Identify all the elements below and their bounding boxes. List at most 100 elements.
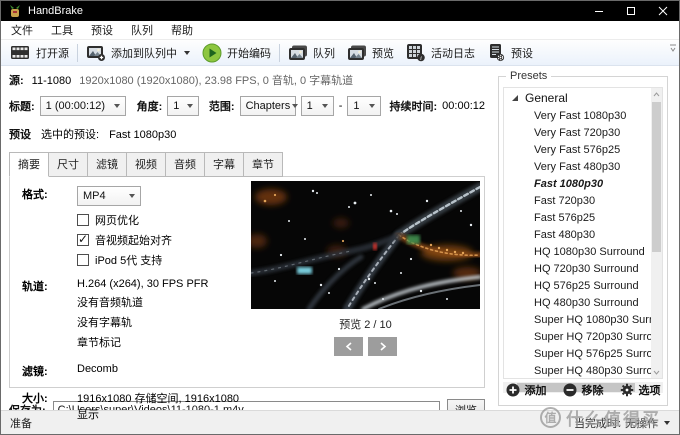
preset-item[interactable]: HQ 1080p30 Surround	[504, 244, 651, 261]
add-preset-button[interactable]: 添加	[506, 382, 547, 398]
when-done-control[interactable]: 当完成时: 无操作	[574, 415, 670, 431]
tab-2[interactable]: 尺寸	[48, 152, 88, 177]
tab-1[interactable]: 摘要	[9, 152, 49, 177]
add-to-queue-label: 添加到队列中	[111, 45, 177, 61]
preview-area: 预览 2 / 10	[247, 177, 484, 387]
open-source-button[interactable]: 打开源	[4, 41, 75, 65]
checkbox-icon[interactable]	[77, 254, 89, 266]
preview-label: 预览	[372, 45, 394, 61]
preview-next-button[interactable]	[368, 337, 397, 356]
queue-button[interactable]: 队列	[282, 41, 341, 65]
menu-item[interactable]: 预设	[82, 20, 122, 40]
tab-4[interactable]: 视频	[126, 152, 166, 177]
film-clapper-icon	[10, 44, 31, 62]
source-label: 源:	[9, 72, 24, 88]
chevron-down-icon	[129, 194, 135, 198]
preset-item[interactable]: Super HQ 1080p30 Surround	[504, 312, 651, 329]
tab-6[interactable]: 字幕	[204, 152, 244, 177]
toolbar-overflow-icon[interactable]	[669, 44, 677, 56]
add-to-queue-button[interactable]: 添加到队列中	[80, 41, 196, 65]
plus-circle-icon	[506, 383, 520, 397]
preset-item[interactable]: Fast 1080p30	[504, 176, 651, 193]
title-bar: HandBrake	[1, 1, 679, 21]
range-end-select[interactable]: 1	[347, 96, 380, 116]
source-details: 1920x1080 (1920x1080), 23.98 FPS, 0 音轨, …	[79, 72, 353, 88]
chevron-down-icon	[664, 421, 670, 425]
minimize-button[interactable]	[583, 1, 615, 21]
presets-tree: GeneralVery Fast 1080p30Very Fast 720p30…	[503, 87, 663, 379]
preset-item[interactable]: Super HQ 480p30 Surround	[504, 363, 651, 379]
checkbox-icon[interactable]	[77, 214, 89, 226]
preset-item[interactable]: Very Fast 720p30	[504, 125, 651, 142]
format-select[interactable]: MP4	[77, 186, 141, 206]
menu-item[interactable]: 文件	[2, 20, 42, 40]
source-row: 源: 11-1080 1920x1080 (1920x1080), 23.98 …	[9, 72, 485, 88]
preview-button[interactable]: 预览	[341, 41, 400, 65]
menu-item[interactable]: 帮助	[162, 20, 202, 40]
photo-stack-icon	[288, 44, 308, 62]
preset-item[interactable]: Very Fast 480p30	[504, 159, 651, 176]
preset-item[interactable]: HQ 720p30 Surround	[504, 261, 651, 278]
tab-3[interactable]: 滤镜	[87, 152, 127, 177]
duration-value: 00:00:12	[442, 100, 485, 112]
gear-icon	[620, 383, 634, 397]
checkbox-icon[interactable]	[77, 234, 89, 246]
checkbox-row[interactable]: iPod 5代 支持	[77, 252, 247, 268]
handbrake-app-icon	[8, 4, 22, 18]
preset-item[interactable]: Fast 576p25	[504, 210, 651, 227]
toolbar-presets-label: 预设	[511, 45, 533, 61]
chevron-down-icon	[369, 104, 375, 108]
preset-item[interactable]: Super HQ 720p30 Surround	[504, 329, 651, 346]
track-line: 章节标记	[77, 334, 208, 350]
remove-preset-button[interactable]: 移除	[563, 382, 604, 398]
maximize-button[interactable]	[615, 1, 647, 21]
scroll-up-icon[interactable]	[651, 88, 662, 100]
toolbar-separator	[279, 44, 280, 62]
title-select-value: 1 (00:00:12)	[46, 100, 105, 112]
checkbox-row[interactable]: 音视频起始对齐	[77, 232, 247, 248]
selected-preset-value: Fast 1080p30	[109, 129, 176, 141]
range-start-select[interactable]: 1	[301, 96, 334, 116]
range-separator: -	[339, 100, 343, 112]
filters-label: 滤镜:	[22, 363, 77, 379]
preset-item[interactable]: Fast 720p30	[504, 193, 651, 210]
start-encode-button[interactable]: 开始编码	[196, 41, 277, 65]
angle-select[interactable]: 1	[167, 96, 199, 116]
preset-row: 预设 选中的预设: Fast 1080p30	[9, 126, 485, 142]
menubar: 文件工具预设队列帮助	[1, 21, 679, 40]
range-type-select[interactable]: Chapters	[240, 96, 296, 116]
minimize-icon	[594, 6, 604, 16]
main-area: 源: 11-1080 1920x1080 (1920x1080), 23.98 …	[1, 66, 679, 412]
preview-prev-button[interactable]	[334, 337, 363, 356]
preset-item[interactable]: HQ 576p25 Surround	[504, 278, 651, 295]
close-button[interactable]	[647, 1, 679, 21]
checkbox-row[interactable]: 网页优化	[77, 212, 247, 228]
remove-preset-label: 移除	[582, 382, 604, 398]
preset-item[interactable]: Fast 480p30	[504, 227, 651, 244]
play-icon	[202, 43, 222, 63]
photo-plus-icon	[86, 44, 106, 62]
tab-7[interactable]: 章节	[243, 152, 283, 177]
menu-item[interactable]: 工具	[42, 20, 82, 40]
preview-image	[251, 181, 480, 309]
preset-item[interactable]: Super HQ 576p25 Surround	[504, 346, 651, 363]
preset-options-button[interactable]: 选项	[620, 382, 661, 398]
toolbar-presets-button[interactable]: 预设	[481, 41, 539, 65]
preset-group-general[interactable]: General	[504, 88, 651, 108]
tree-expander-icon[interactable]	[512, 95, 518, 101]
toolbar-separator	[77, 44, 78, 62]
queue-label: 队列	[313, 45, 335, 61]
scrollbar-thumb[interactable]	[652, 102, 661, 252]
handbrake-window: HandBrake 文件工具预设队列帮助 打开源	[0, 0, 680, 435]
preset-item[interactable]: HQ 480p30 Surround	[504, 295, 651, 312]
preset-item[interactable]: Very Fast 576p25	[504, 142, 651, 159]
tab-5[interactable]: 音频	[165, 152, 205, 177]
presets-vertical-scrollbar[interactable]	[651, 88, 662, 378]
menu-item[interactable]: 队列	[122, 20, 162, 40]
preset-item[interactable]: Very Fast 1080p30	[504, 108, 651, 125]
checkbox-label: 音视频起始对齐	[95, 232, 172, 248]
activity-log-button[interactable]: i 活动日志	[400, 41, 481, 65]
maximize-icon	[626, 6, 636, 16]
title-select[interactable]: 1 (00:00:12)	[40, 96, 126, 116]
scroll-down-icon[interactable]	[651, 366, 662, 378]
